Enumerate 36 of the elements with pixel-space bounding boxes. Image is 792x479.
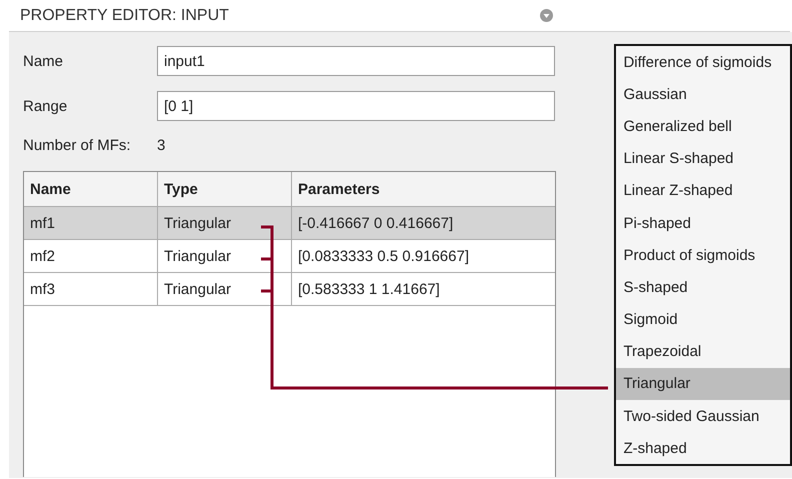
list-item[interactable]: Trapezoidal	[616, 336, 790, 368]
list-item[interactable]: Difference of sigmoids	[616, 46, 790, 78]
column-header[interactable]: Name	[24, 172, 158, 206]
table-cell: mf2	[24, 240, 158, 272]
list-item[interactable]: Triangular	[616, 368, 790, 400]
text-field[interactable]: input1	[157, 46, 555, 76]
table-row[interactable]: mf3 Triangular [0.583333 1 1.41667]	[24, 273, 555, 306]
list-item[interactable]: Generalized bell	[616, 110, 790, 143]
table-cell: mf1	[24, 207, 158, 239]
list-item[interactable]: Sigmoid	[616, 304, 790, 336]
list-item[interactable]: Two-sided Gaussian	[616, 400, 790, 432]
list-item[interactable]: Product of sigmoids	[616, 239, 790, 272]
count-value: 3	[157, 136, 166, 154]
table-cell-text: [-0.416667 0 0.416667]	[297, 214, 454, 234]
field-label: Name	[23, 52, 64, 70]
table-cell-text: [0.0833333 0.5 0.916667]	[297, 246, 470, 266]
text-field[interactable]: [0 1]	[157, 91, 555, 121]
list-item[interactable]: Linear S-shaped	[616, 142, 790, 175]
column-header[interactable]: Type	[158, 172, 292, 206]
table-cell: Triangular	[158, 273, 292, 305]
table-cell: mf3	[24, 273, 158, 305]
column-header[interactable]: Parameters	[292, 172, 555, 206]
list-item[interactable]: Gaussian	[616, 78, 790, 110]
list-item[interactable]: S-shaped	[616, 271, 790, 304]
count-label: Number of MFs:	[23, 136, 132, 154]
panel-title: PROPERTY EDITOR: INPUT	[20, 6, 230, 24]
collapse-icon[interactable]	[540, 9, 553, 22]
table-row[interactable]: mf1 Triangular [-0.416667 0 0.416667]	[24, 207, 555, 240]
table-cell: Triangular	[158, 240, 292, 272]
table-row[interactable]: mf2 Triangular [0.0833333 0.5 0.916667]	[24, 240, 555, 273]
list-item[interactable]: Linear Z-shaped	[616, 174, 790, 207]
field-label: Range	[23, 98, 68, 114]
list-item[interactable]: Pi-shaped	[616, 206, 790, 240]
table-cell-text: [0.583333 1 1.41667]	[297, 280, 441, 300]
table-cell: Triangular	[158, 207, 292, 239]
list-item[interactable]: Z-shaped	[616, 432, 790, 464]
